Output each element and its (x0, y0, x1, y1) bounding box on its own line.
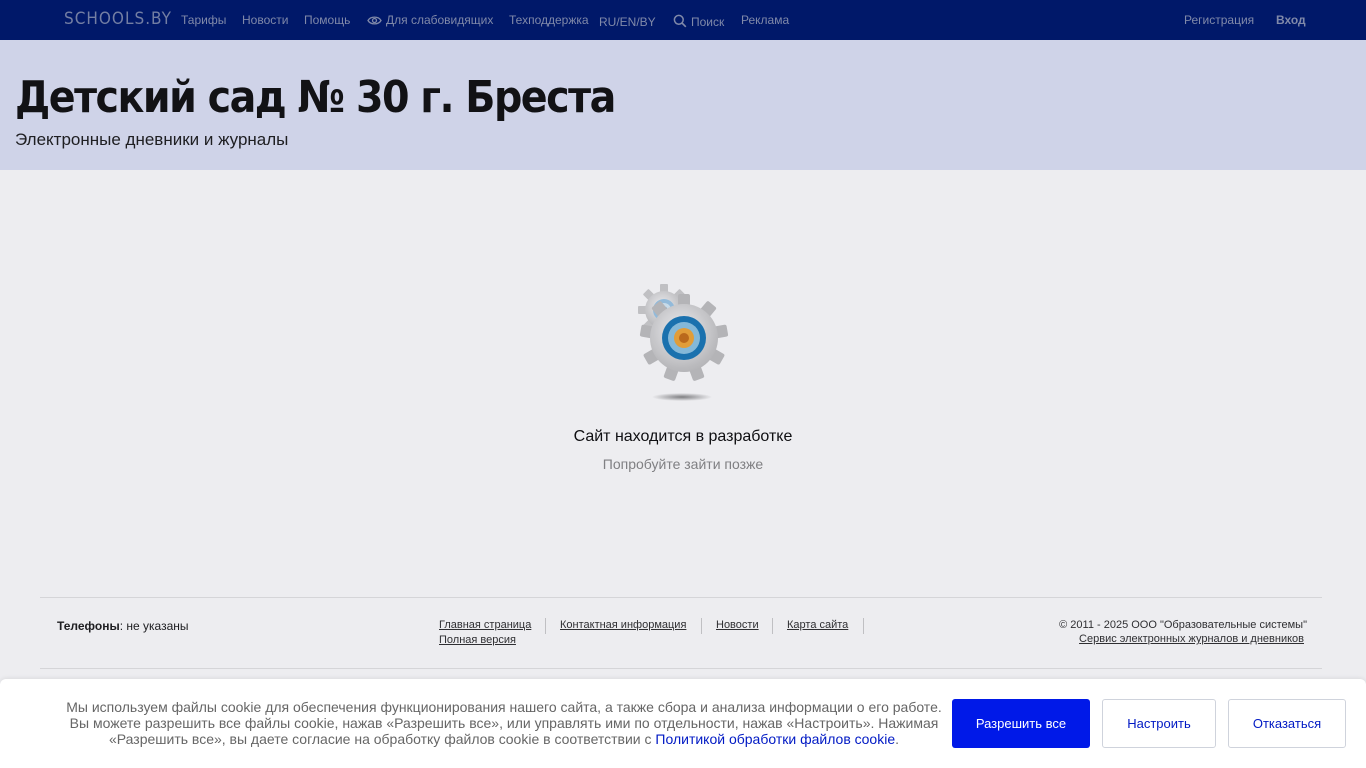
cookie-banner: Мы используем файлы cookie для обеспечен… (0, 679, 1366, 768)
cookie-text-line: Мы используем файлы cookie для обеспечен… (66, 699, 942, 715)
cookie-text-period: . (895, 731, 900, 747)
cookie-text: Мы используем файлы cookie для обеспечен… (60, 699, 948, 747)
allow-all-button[interactable]: Разрешить все (952, 699, 1090, 748)
cookie-text-line: Вы можете разрешить все файлы cookie, на… (69, 715, 939, 731)
cookie-policy-link[interactable]: Политикой обработки файлов cookie (655, 731, 895, 747)
decline-button[interactable]: Отказаться (1228, 699, 1346, 748)
cookie-text-line: «Разрешить все», вы даете согласие на об… (108, 731, 652, 747)
configure-button[interactable]: Настроить (1102, 699, 1216, 748)
modal-overlay (0, 0, 1366, 768)
